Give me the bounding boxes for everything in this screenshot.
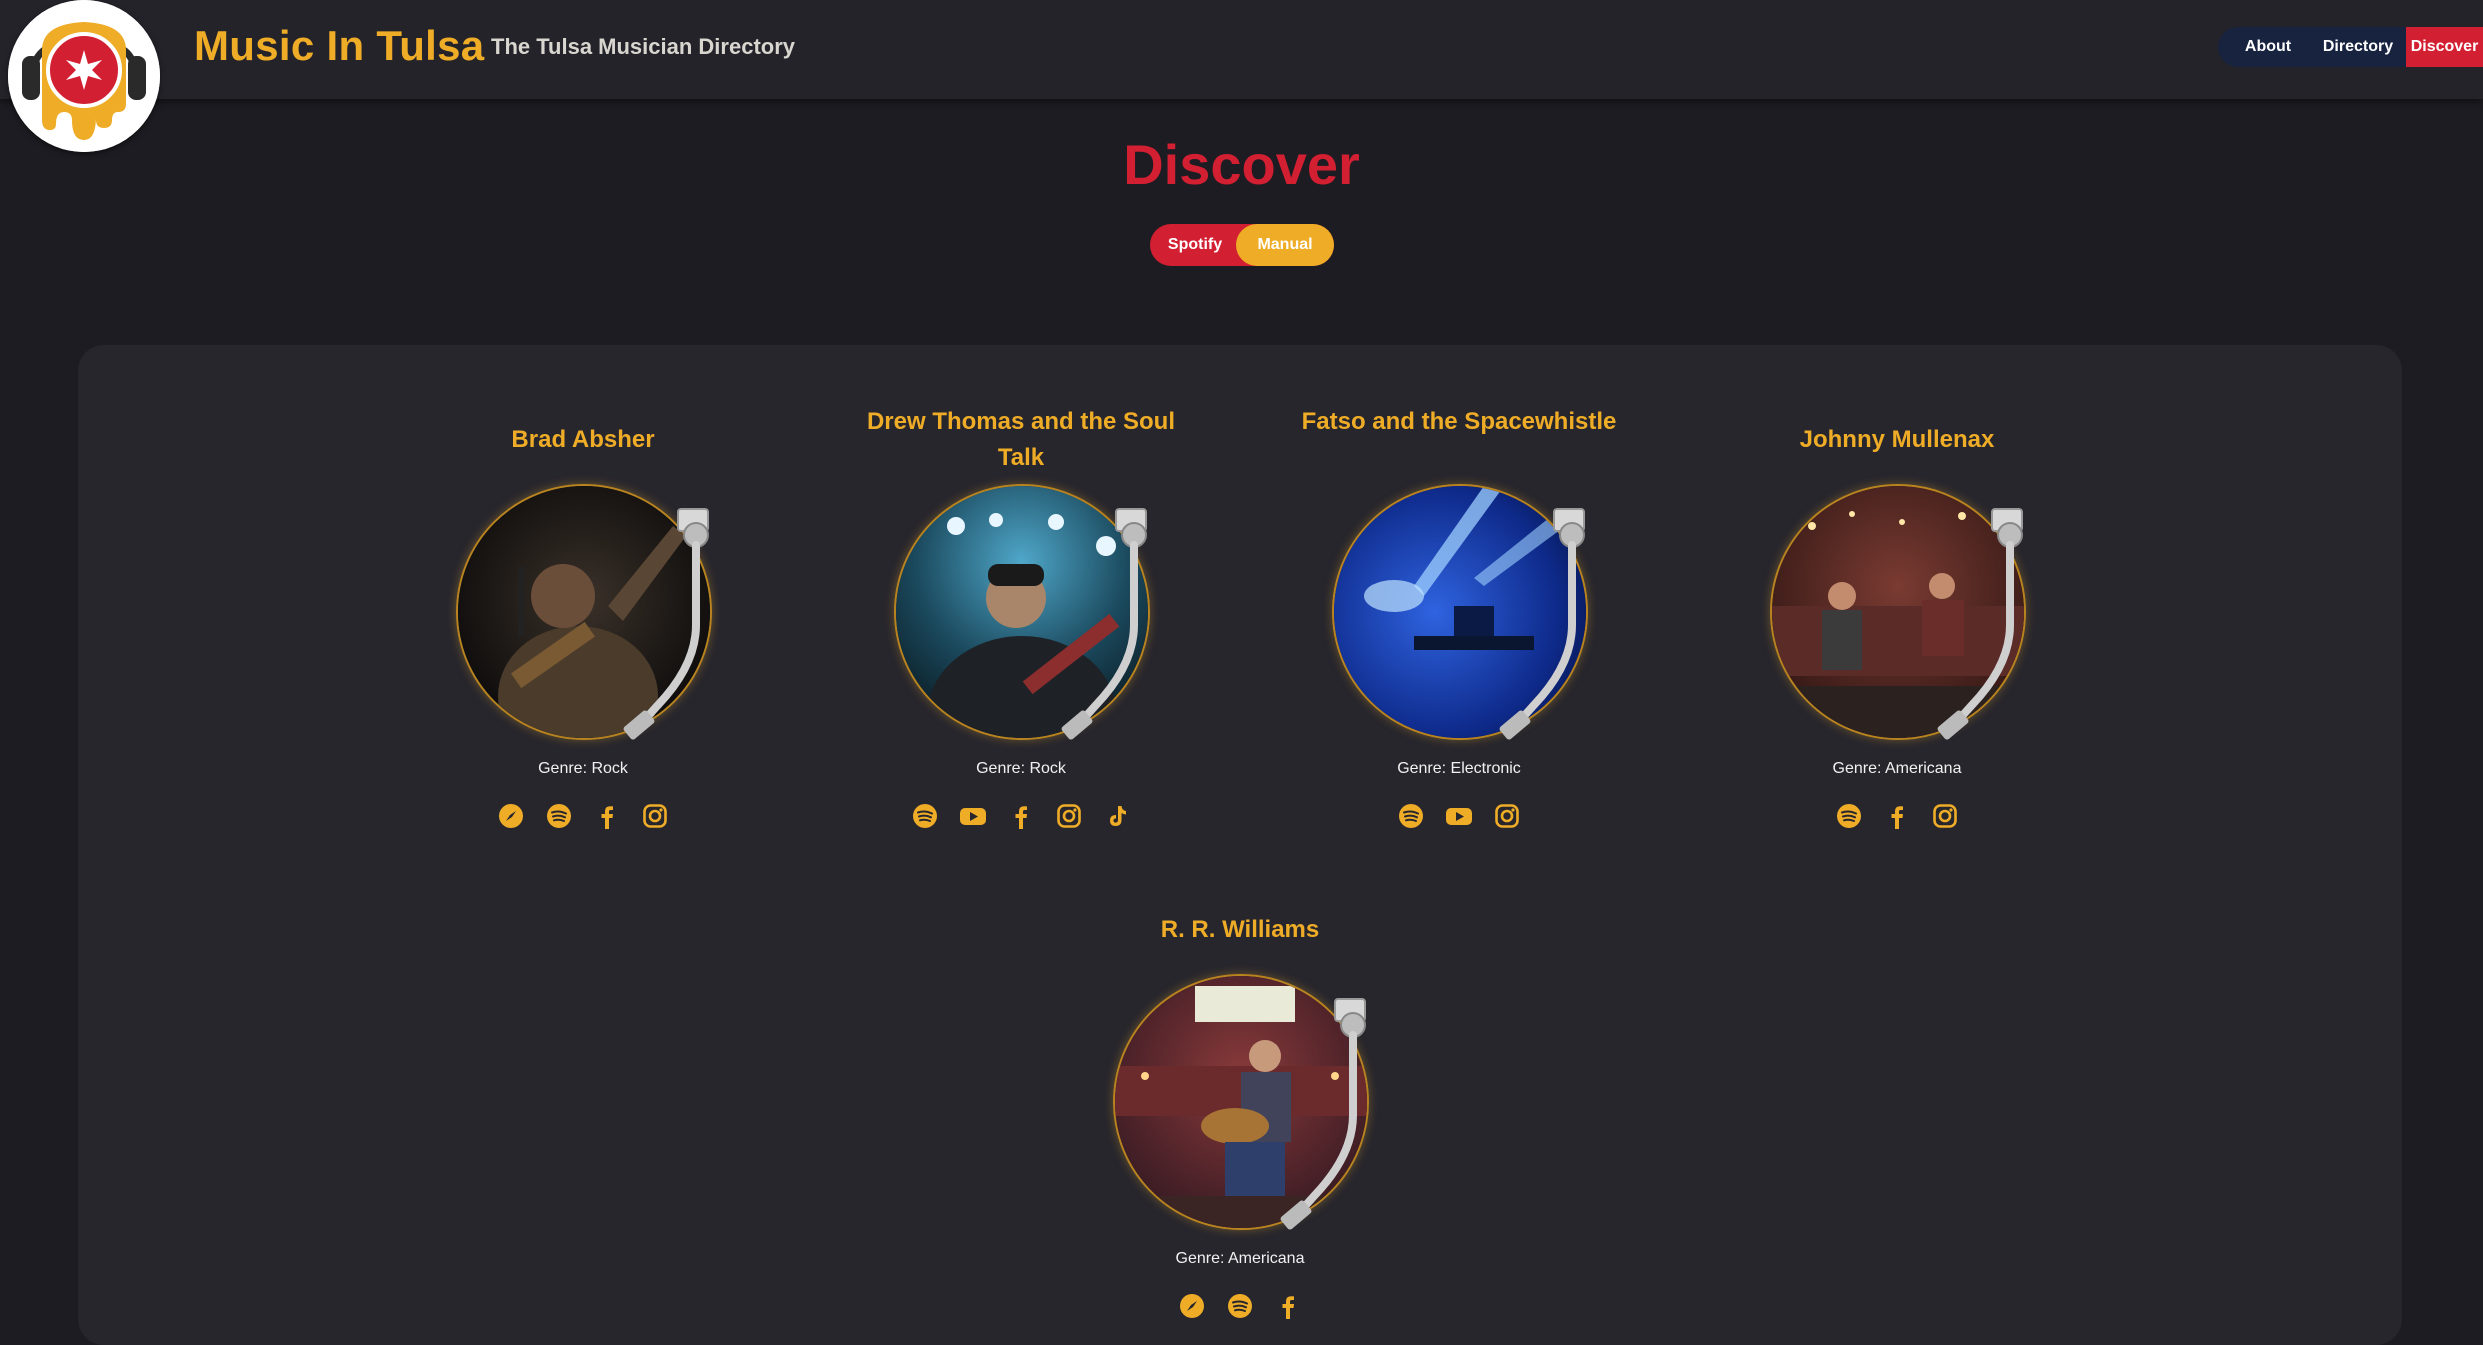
site-subtitle: The Tulsa Musician Directory	[491, 34, 796, 59]
page-title: Discover	[1123, 133, 1360, 196]
tonearm-icon	[1280, 998, 1366, 1230]
social-links	[418, 801, 748, 833]
site-header: Music In Tulsa The Tulsa Musician Direct…	[0, 0, 2483, 152]
instagram-icon[interactable]	[640, 801, 670, 831]
nav-discover[interactable]: Discover	[2406, 27, 2483, 67]
artist-genre: Genre: Electronic	[1397, 760, 1521, 777]
artist-genre: Genre: Rock	[976, 760, 1066, 777]
source-toggle[interactable]: Spotify Manual	[1150, 224, 1334, 266]
spotify-icon[interactable]	[1834, 801, 1864, 831]
logo-icon	[8, 0, 160, 152]
artist-name[interactable]: Fatso and the Spacewhistle	[1294, 404, 1624, 440]
instagram-icon[interactable]	[1054, 801, 1084, 831]
facebook-icon[interactable]	[1006, 801, 1036, 831]
nav-directory[interactable]: Directory	[2310, 27, 2406, 67]
spotify-icon[interactable]	[1396, 801, 1426, 831]
tonearm-icon	[1061, 508, 1147, 740]
artist-name[interactable]: Johnny Mullenax	[1732, 422, 2062, 458]
compass-icon[interactable]	[1177, 1291, 1207, 1321]
toggle-spotify[interactable]: Spotify	[1150, 224, 1240, 266]
nav-about[interactable]: About	[2218, 27, 2310, 67]
spotify-icon[interactable]	[544, 801, 574, 831]
spotify-icon[interactable]	[910, 801, 940, 831]
artist-genre: Genre: Rock	[538, 760, 628, 777]
facebook-icon[interactable]	[1273, 1291, 1303, 1321]
facebook-icon[interactable]	[592, 801, 622, 831]
tonearm-icon	[1937, 508, 2023, 740]
artist-genre: Genre: Americana	[1175, 1250, 1305, 1267]
facebook-icon[interactable]	[1882, 801, 1912, 831]
artist-name[interactable]: R. R. Williams	[1075, 912, 1405, 948]
spotify-icon[interactable]	[1225, 1291, 1255, 1321]
social-links	[1075, 1291, 1405, 1323]
toggle-manual[interactable]: Manual	[1236, 224, 1334, 266]
instagram-icon[interactable]	[1930, 801, 1960, 831]
youtube-icon[interactable]	[958, 801, 988, 831]
social-links	[1294, 801, 1624, 833]
compass-icon[interactable]	[496, 801, 526, 831]
artist-name[interactable]: Brad Absher	[418, 422, 748, 458]
logo[interactable]	[8, 0, 160, 152]
tonearm-icon	[623, 508, 709, 740]
social-links	[856, 801, 1186, 833]
artist-genre: Genre: Americana	[1832, 760, 1962, 777]
tiktok-icon[interactable]	[1102, 801, 1132, 831]
social-links	[1732, 801, 2062, 833]
youtube-icon[interactable]	[1444, 801, 1474, 831]
instagram-icon[interactable]	[1492, 801, 1522, 831]
main-nav: About Directory Discover	[2218, 27, 2483, 67]
site-title[interactable]: Music In Tulsa	[194, 22, 484, 70]
tonearm-icon	[1499, 508, 1585, 740]
artist-name[interactable]: Drew Thomas and the Soul Talk	[856, 404, 1186, 476]
